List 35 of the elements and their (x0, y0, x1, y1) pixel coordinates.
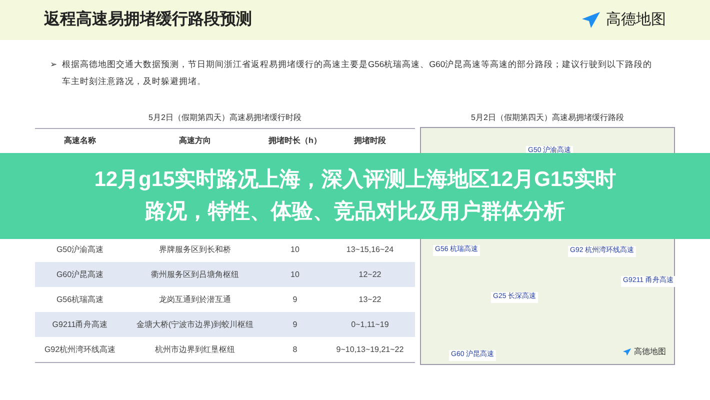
logo-text: 高德地图 (606, 10, 666, 30)
table-cell-text: 10 (290, 244, 300, 256)
table-cell-text: 衢州服务区到吕塘角枢纽 (150, 268, 240, 280)
bullet-marker: ➢ (50, 58, 58, 71)
table-cell-text: 杭州市边界到红垦枢纽 (154, 344, 236, 356)
headline-text: 路况，特性、体验、竞品对比及用户群体分析 (145, 198, 565, 225)
table-cell-text: 9 (292, 318, 298, 330)
column-header: 高速名称 (63, 135, 97, 147)
table-caption: 5月2日（假期第四天）高速易拥堵缓行时段 (148, 112, 302, 124)
column-header: 拥堵时长（h） (267, 135, 322, 147)
table-cell-text: G92杭州湾环线高速 (43, 344, 117, 356)
table-cell-text: 龙岗互通到於潜互通 (158, 294, 232, 306)
map-caption: 5月2日（假期第四天）高速易拥堵缓行路段 (470, 112, 625, 124)
table-cell-text: 13~15,16~24 (345, 244, 395, 256)
headline-text: 12月g15实时路况上海，深入评测上海地区12月G15实时 (94, 166, 616, 193)
table-cell-text: 9~10,13~19,21~22 (335, 344, 405, 356)
table-cell-text: 9 (292, 294, 298, 306)
table-cell-text: G60沪昆高速 (55, 268, 105, 280)
column-header: 高速方向 (178, 135, 212, 147)
table-cell-text: 8 (292, 344, 298, 356)
table-cell-text: 12~22 (358, 268, 382, 280)
paper-plane-icon (580, 10, 602, 30)
note-paragraph: 根据高德地图交通大数据预测，节日期间浙江省返程易拥堵缓行的高速主要是G56杭瑞高速、G60沪昆高速等高速的部分路段；建议行驶到以下路段的车主时刻注意路况，及时躲避拥堵。 (62, 58, 654, 88)
column-header: 拥堵时段 (352, 135, 387, 147)
page-title: 返程高速易拥堵缓行路段预测 (44, 9, 252, 30)
table-cell-text: 10 (290, 268, 300, 280)
map-logo-text: 高德地图 (634, 346, 666, 358)
table-cell-text: 0~1,11~19 (350, 318, 390, 330)
table-cell-text: 13~22 (358, 294, 382, 306)
table-cell-text: G56杭瑞高速 (55, 294, 105, 306)
paper-plane-icon (622, 347, 632, 357)
table-cell-text: 界牌服务区到长和桥 (158, 244, 232, 256)
table-cell-text: G9211甬舟高速 (51, 318, 109, 330)
table-cell-text: 金塘大桥(宁波市边界)到蛟川枢纽 (135, 318, 255, 330)
table-cell-text: G50沪渝高速 (55, 244, 105, 256)
